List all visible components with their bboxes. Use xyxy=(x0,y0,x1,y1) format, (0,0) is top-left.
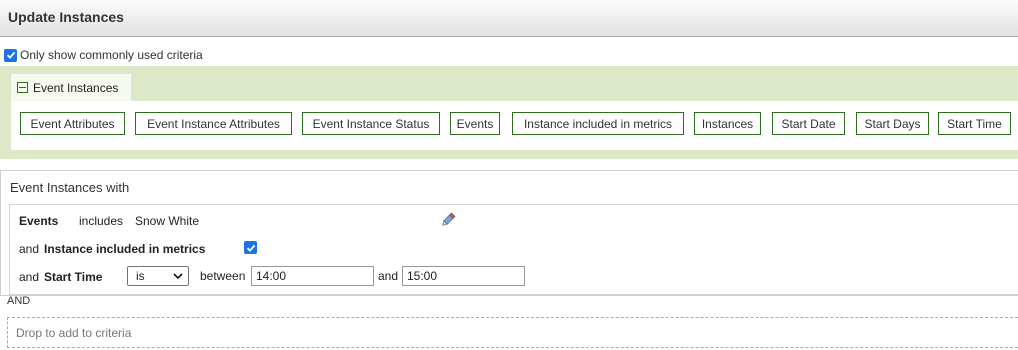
and-separator: AND xyxy=(7,295,31,307)
criteria-chip-strip: Event Attributes Event Instance Attribut… xyxy=(11,101,1018,150)
row1-operator: includes xyxy=(79,214,124,228)
criteria-rows: Events includes Snow White and Instance … xyxy=(9,204,1018,295)
criteria-panel: Event Instances Event Attributes Event I… xyxy=(0,66,1018,159)
row2-prefix: and xyxy=(19,242,40,256)
checkmark-icon xyxy=(246,244,255,252)
criteria-chip-event-attributes[interactable]: Event Attributes xyxy=(20,112,125,135)
instance-included-checkbox[interactable] xyxy=(244,241,257,254)
page-title: Update Instances xyxy=(8,9,124,25)
row3-field: Start Time xyxy=(44,270,103,284)
criteria-chip-event-instance-status[interactable]: Event Instance Status xyxy=(302,112,440,135)
row1-field: Events xyxy=(19,214,59,228)
between-label: between xyxy=(200,269,246,283)
builder-title: Event Instances with xyxy=(10,180,130,195)
only-common-filter[interactable]: Only show commonly used criteria xyxy=(4,48,203,62)
start-time-to-input[interactable]: 15:00 xyxy=(402,266,525,286)
window-header: Update Instances xyxy=(0,0,1018,37)
criteria-chip-start-date[interactable]: Start Date xyxy=(772,112,845,135)
row2-field: Instance included in metrics xyxy=(44,242,206,256)
criteria-chip-event-instance-attributes[interactable]: Event Instance Attributes xyxy=(135,112,292,135)
row1-value: Snow White xyxy=(135,214,200,228)
start-time-operator-select[interactable]: is xyxy=(127,266,189,286)
tab-event-instances[interactable]: Event Instances xyxy=(11,74,131,101)
select-value: is xyxy=(136,269,145,283)
and-label: and xyxy=(378,269,399,283)
checkmark-icon xyxy=(6,51,15,59)
drop-zone-placeholder: Drop to add to criteria xyxy=(16,326,132,340)
criteria-chip-start-days[interactable]: Start Days xyxy=(856,112,929,135)
criteria-chip-instance-included-in-metrics[interactable]: Instance included in metrics xyxy=(512,112,684,135)
row3-prefix: and xyxy=(19,270,40,284)
criteria-builder: Event Instances with Events includes Sno… xyxy=(0,170,1018,296)
only-common-checkbox[interactable] xyxy=(4,48,17,62)
tab-label: Event Instances xyxy=(33,80,119,95)
pencil-icon[interactable] xyxy=(440,212,456,228)
criteria-chip-instances[interactable]: Instances xyxy=(694,112,761,135)
criteria-chip-start-time[interactable]: Start Time xyxy=(938,112,1011,135)
only-common-label: Only show commonly used criteria xyxy=(20,48,203,62)
minus-icon[interactable] xyxy=(17,82,28,93)
start-time-from-input[interactable]: 14:00 xyxy=(251,266,374,286)
chevron-down-icon xyxy=(173,273,183,280)
criteria-chip-events[interactable]: Events xyxy=(450,112,500,135)
drop-zone[interactable]: Drop to add to criteria xyxy=(7,317,1018,348)
